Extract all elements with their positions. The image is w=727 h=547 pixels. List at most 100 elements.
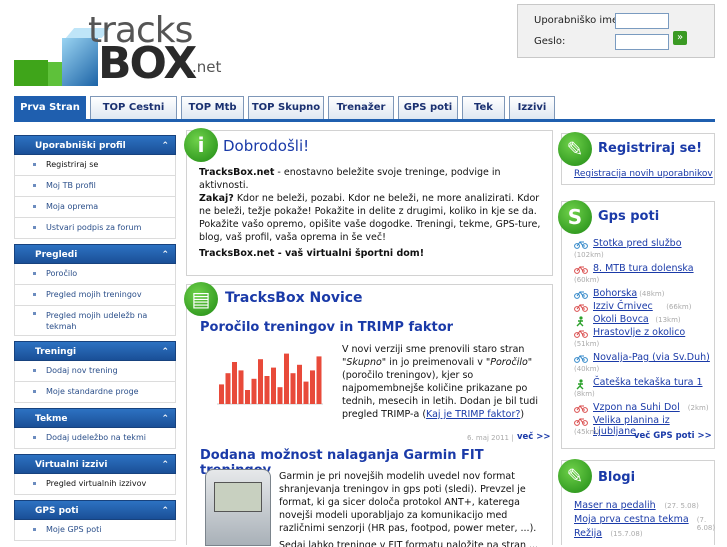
- sidebar-header-izzivi[interactable]: Virtualni izzivi ⌃: [14, 454, 176, 474]
- sidebar-item-dodaj-udelezbo[interactable]: Dodaj udeležbo na tekmi: [14, 428, 176, 449]
- sidebar-header-treningi[interactable]: Treningi ⌃: [14, 341, 176, 361]
- welcome-line2: Kdor ne beleži, pozabi. Kdor ne beleži, …: [199, 193, 541, 243]
- gps-title: Gps poti: [598, 209, 660, 224]
- bike-icon: [574, 303, 588, 312]
- tab-top-cestni[interactable]: TOP Cestni: [90, 96, 177, 120]
- gps-route-link[interactable]: Novalja-Pag (via Sv.Duh): [593, 352, 710, 363]
- login-submit-button[interactable]: »: [673, 31, 687, 45]
- news-date: 6. maj 2011 |: [467, 434, 514, 442]
- sidebar-item-registriraj[interactable]: Registriraj se: [14, 155, 176, 176]
- chart-bar: [251, 378, 257, 404]
- news-text-italic1: "Skupno": [342, 357, 387, 368]
- chevron-up-icon[interactable]: ⌃: [161, 342, 169, 362]
- gps-route-link[interactable]: Okoli Bovca: [593, 314, 649, 325]
- welcome-title: Dobrodošli!: [223, 137, 310, 155]
- welcome-tagline: TracksBox.net - vaš virtualni športni do…: [199, 248, 425, 259]
- chart-bar: [284, 353, 289, 404]
- sidebar-item-pregled-udelezb[interactable]: Pregled mojih udeležb na tekmah: [14, 306, 176, 336]
- blog-link[interactable]: Maser na pedalih: [574, 500, 656, 511]
- blog-icon: ✎: [558, 459, 592, 493]
- tab-trenazer[interactable]: Trenažer: [328, 96, 394, 120]
- chevron-up-icon[interactable]: ⌃: [161, 245, 169, 265]
- blog-date: (27. 5.08): [664, 502, 699, 510]
- gps-route-distance: (13km): [655, 316, 681, 324]
- nav-underline: [14, 119, 715, 122]
- bike-icon: [574, 265, 588, 274]
- sidebar-item-dodaj-trening[interactable]: Dodaj nov trening: [14, 361, 176, 382]
- chart-bar: [303, 381, 309, 404]
- news-title: TracksBox Novice: [225, 290, 363, 306]
- login-panel: Uporabniško ime: Geslo: »: [517, 4, 715, 58]
- bike-icon: [574, 404, 588, 413]
- chart-bar: [258, 359, 263, 404]
- username-input[interactable]: [615, 13, 669, 29]
- sidebar-item-oprema[interactable]: Moja oprema: [14, 197, 176, 218]
- gps-route-distance: (48km): [639, 290, 665, 298]
- tab-gps-poti[interactable]: GPS poti: [398, 96, 458, 120]
- gps-more-link[interactable]: več GPS poti >>: [634, 431, 712, 441]
- info-icon: i: [184, 128, 218, 162]
- chart-bar: [245, 390, 250, 404]
- tab-top-skupno[interactable]: TOP Skupno: [248, 96, 324, 120]
- news-text-d: ): [520, 409, 525, 420]
- sidebar-header-gps[interactable]: GPS poti ⌃: [14, 500, 176, 520]
- gps-route-link[interactable]: Vzpon na Suhi Dol: [593, 402, 680, 413]
- blog-link[interactable]: Moja prva cestna tekma: [574, 514, 689, 525]
- sidebar-item-izzivi[interactable]: Pregled virtualnih izzivov: [14, 474, 176, 495]
- news-more-link[interactable]: več >>: [517, 432, 551, 442]
- gps-route-link[interactable]: Izziv Črnivec: [593, 301, 653, 312]
- chart-bar: [310, 370, 315, 404]
- blog-link[interactable]: Režija: [574, 528, 602, 539]
- gps-route-link[interactable]: 8. MTB tura dolenska: [593, 263, 694, 274]
- sidebar-item-pregled-treningov[interactable]: Pregled mojih treningov: [14, 285, 176, 306]
- blog-title: Blogi: [598, 470, 636, 485]
- sidebar-header-profile[interactable]: Uporabniški profil ⌃: [14, 135, 176, 155]
- trimp-link[interactable]: Kaj je TRIMP faktor?: [426, 409, 520, 420]
- register-link[interactable]: Registracija novih uporabnikov: [574, 169, 713, 179]
- news-item-title[interactable]: Poročilo treningov in TRIMP faktor: [200, 320, 453, 335]
- news-box: ▤ TracksBox Novice Poročilo treningov in…: [184, 282, 553, 547]
- logo-text-box[interactable]: BOX: [98, 38, 197, 89]
- password-input[interactable]: [615, 34, 669, 50]
- logo-block-green: [14, 60, 48, 86]
- tab-prva-stran[interactable]: Prva Stran: [14, 96, 86, 120]
- gps-route-link[interactable]: Stotka pred službo: [593, 238, 682, 249]
- sidebar-header-pregledi[interactable]: Pregledi ⌃: [14, 244, 176, 264]
- logo-block-light: [48, 62, 62, 86]
- register-title: Registriraj se!: [598, 141, 703, 156]
- bike-icon: [574, 290, 588, 299]
- bike-icon: [574, 354, 588, 363]
- news-text-b: in jo preimenovali v: [386, 357, 486, 368]
- blog-date: (15.7.08): [610, 530, 643, 538]
- welcome-text: TracksBox.net - enostavno beležite svoje…: [199, 166, 544, 244]
- gps-route-distance: (8km): [574, 390, 595, 398]
- sidebar-item-porocilo[interactable]: Poročilo: [14, 264, 176, 285]
- sidebar-header-tekme[interactable]: Tekme ⌃: [14, 408, 176, 428]
- gps-route-link[interactable]: Čateška tekaška tura 1: [593, 377, 703, 388]
- sidebar-header-label: Virtualni izzivi: [35, 460, 108, 470]
- password-label: Geslo:: [534, 36, 566, 47]
- sidebar-header-label: Treningi: [35, 347, 77, 357]
- sidebar-item-tb-profil[interactable]: Moj TB profil: [14, 176, 176, 197]
- sidebar-item-podpis[interactable]: Ustvari podpis za forum: [14, 218, 176, 239]
- tab-tek[interactable]: Tek: [462, 96, 505, 120]
- gps-route-link[interactable]: Bohorska: [593, 288, 637, 299]
- chart-bar: [277, 387, 283, 404]
- chevron-up-icon[interactable]: ⌃: [161, 501, 169, 521]
- news-item-text: Garmin je pri novejših modelih uvedel no…: [279, 471, 537, 534]
- bike-icon: [574, 329, 588, 338]
- chart-bar: [297, 364, 302, 404]
- chart-bar: [290, 373, 296, 404]
- gps-route-link[interactable]: Hrastovlje z okolico: [593, 327, 685, 338]
- blog-box: ✎ Blogi Maser na pedalih (27. 5.08) Moja p…: [558, 459, 715, 545]
- chevron-up-icon[interactable]: ⌃: [161, 136, 169, 156]
- chevron-up-icon[interactable]: ⌃: [161, 409, 169, 429]
- tab-top-mtb[interactable]: TOP Mtb: [181, 96, 244, 120]
- welcome-brand: TracksBox.net: [199, 167, 275, 178]
- sidebar-item-gps-poti[interactable]: Moje GPS poti: [14, 520, 176, 541]
- welcome-box: i Dobrodošli! TracksBox.net - enostavno …: [184, 128, 553, 276]
- chevron-up-icon[interactable]: ⌃: [161, 455, 169, 475]
- tab-izzivi[interactable]: Izzivi: [509, 96, 555, 120]
- sidebar-item-proge[interactable]: Moje standardne proge: [14, 382, 176, 403]
- bike-icon: [574, 240, 588, 249]
